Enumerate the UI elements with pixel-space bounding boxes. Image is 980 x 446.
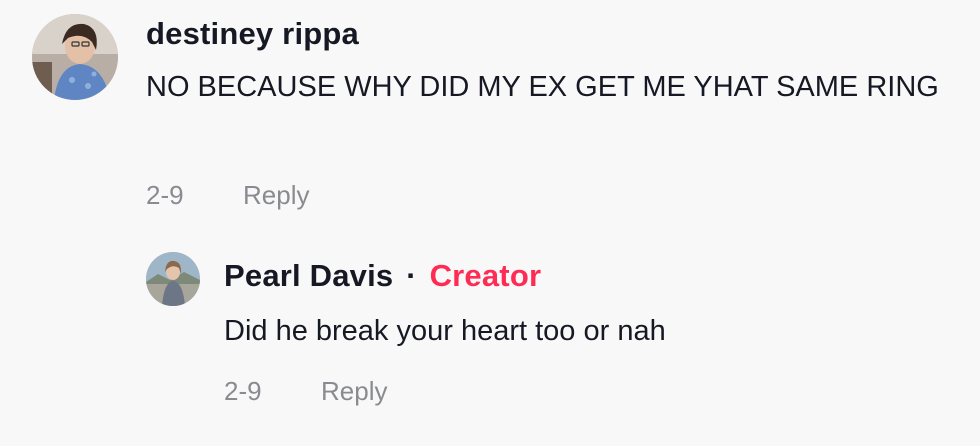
reply-text: Did he break your heart too or nah	[224, 315, 666, 347]
reply-username-row: Pearl Davis · Creator	[224, 258, 541, 294]
comment-date: 2-9	[146, 180, 184, 210]
comment-username[interactable]: destiney rippa	[146, 16, 359, 52]
reply-username[interactable]: Pearl Davis	[224, 258, 393, 293]
comment-reply-button[interactable]: Reply	[243, 180, 309, 211]
user-photo-avatar-icon	[32, 14, 118, 100]
creator-badge: Creator	[429, 258, 542, 293]
user-photo-avatar-icon	[146, 252, 200, 306]
reply-date: 2-9	[224, 376, 262, 406]
comment-text: NO BECAUSE WHY DID MY EX GET ME YHAT SAM…	[146, 71, 939, 103]
replier-avatar[interactable]	[146, 252, 200, 306]
reply-reply-button[interactable]: Reply	[321, 376, 387, 407]
commenter-avatar[interactable]	[32, 14, 118, 100]
separator-dot: ·	[406, 258, 417, 293]
